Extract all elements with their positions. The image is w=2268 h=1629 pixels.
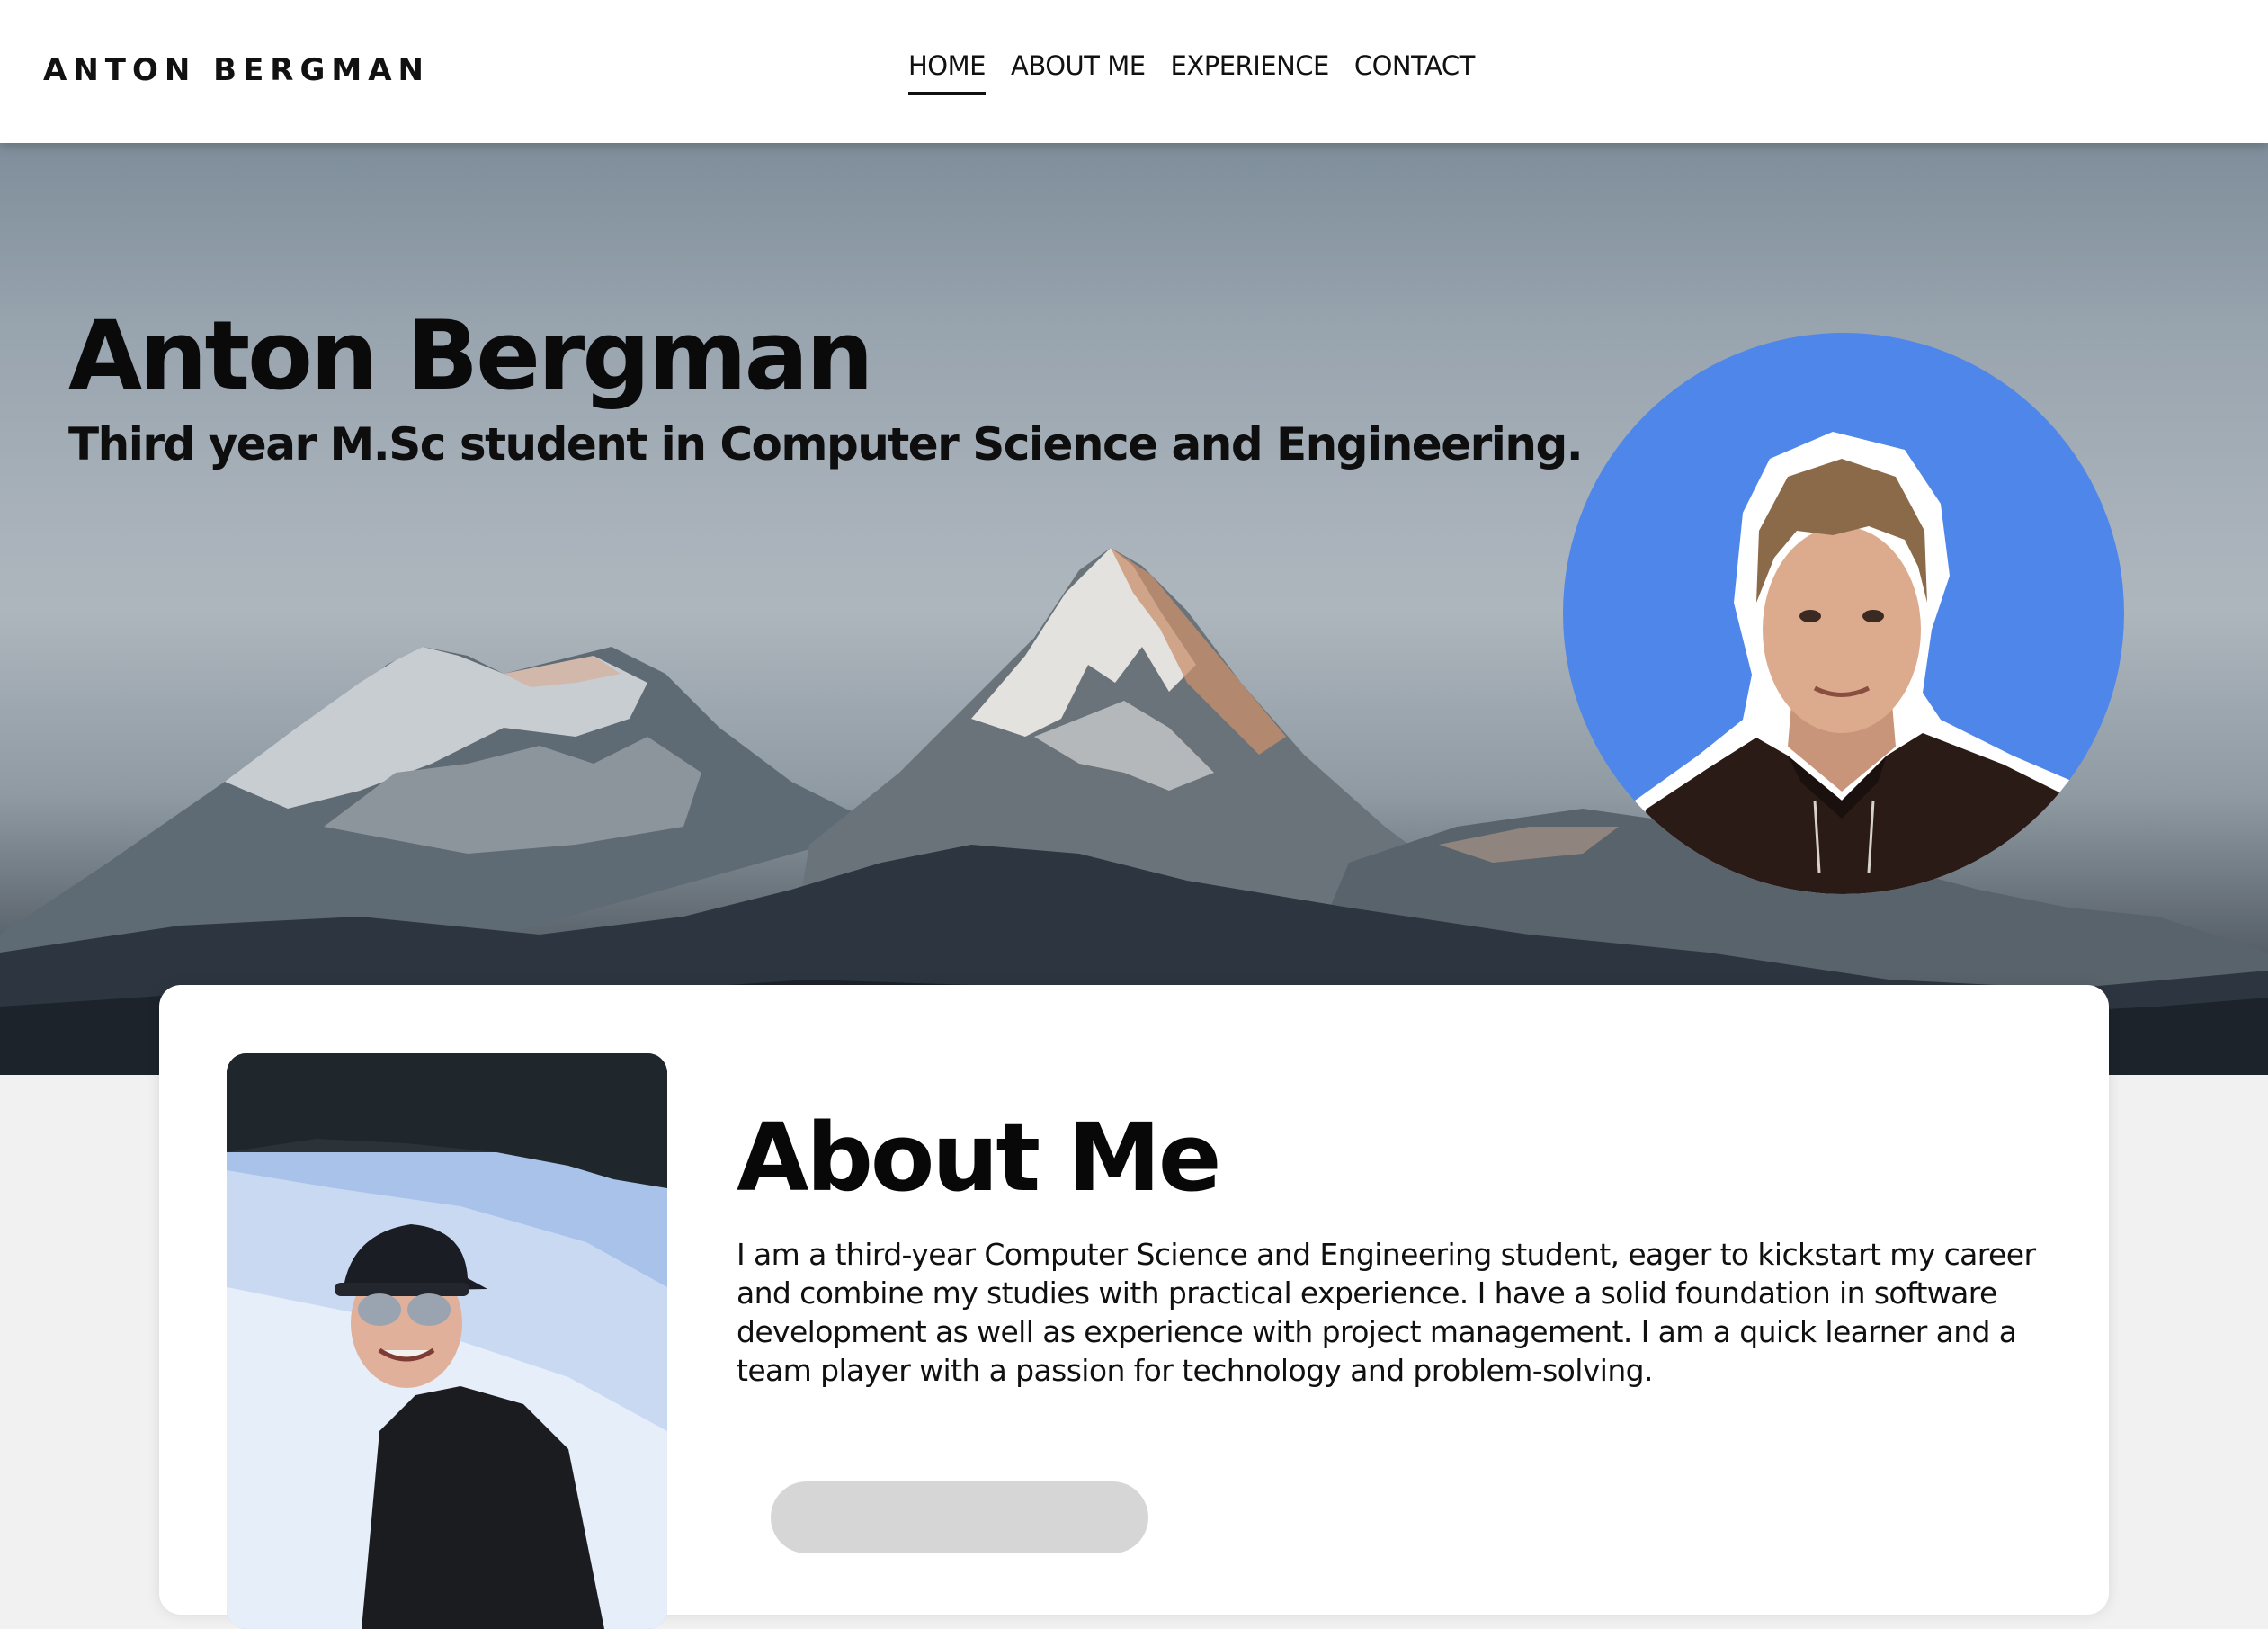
top-navbar: ANTON BERGMAN HOME ABOUT ME EXPERIENCE C… bbox=[0, 0, 2268, 143]
about-photo bbox=[227, 1053, 667, 1629]
about-me-card: About Me I am a third-year Computer Scie… bbox=[159, 985, 2109, 1629]
brand-logo[interactable]: ANTON BERGMAN bbox=[43, 52, 430, 88]
hero-name-heading: Anton Bergman bbox=[68, 300, 874, 411]
hero-subtitle: Third year M.Sc student in Computer Scie… bbox=[68, 418, 1584, 470]
profile-avatar bbox=[1563, 333, 2124, 894]
about-photo-image bbox=[227, 1053, 667, 1629]
profile-portrait-image bbox=[1626, 432, 2103, 894]
main-navigation: HOME ABOUT ME EXPERIENCE CONTACT bbox=[908, 50, 1475, 95]
about-action-button[interactable] bbox=[771, 1481, 1148, 1553]
nav-link-contact[interactable]: CONTACT bbox=[1354, 50, 1476, 92]
nav-link-home[interactable]: HOME bbox=[908, 50, 986, 95]
nav-link-about-me[interactable]: ABOUT ME bbox=[1011, 50, 1146, 92]
hero-section: Anton Bergman Third year M.Sc student in… bbox=[0, 143, 2268, 1075]
nav-link-experience[interactable]: EXPERIENCE bbox=[1171, 50, 1330, 92]
about-me-heading: About Me bbox=[737, 1103, 1221, 1213]
about-me-description: I am a third-year Computer Science and E… bbox=[737, 1237, 2036, 1388]
